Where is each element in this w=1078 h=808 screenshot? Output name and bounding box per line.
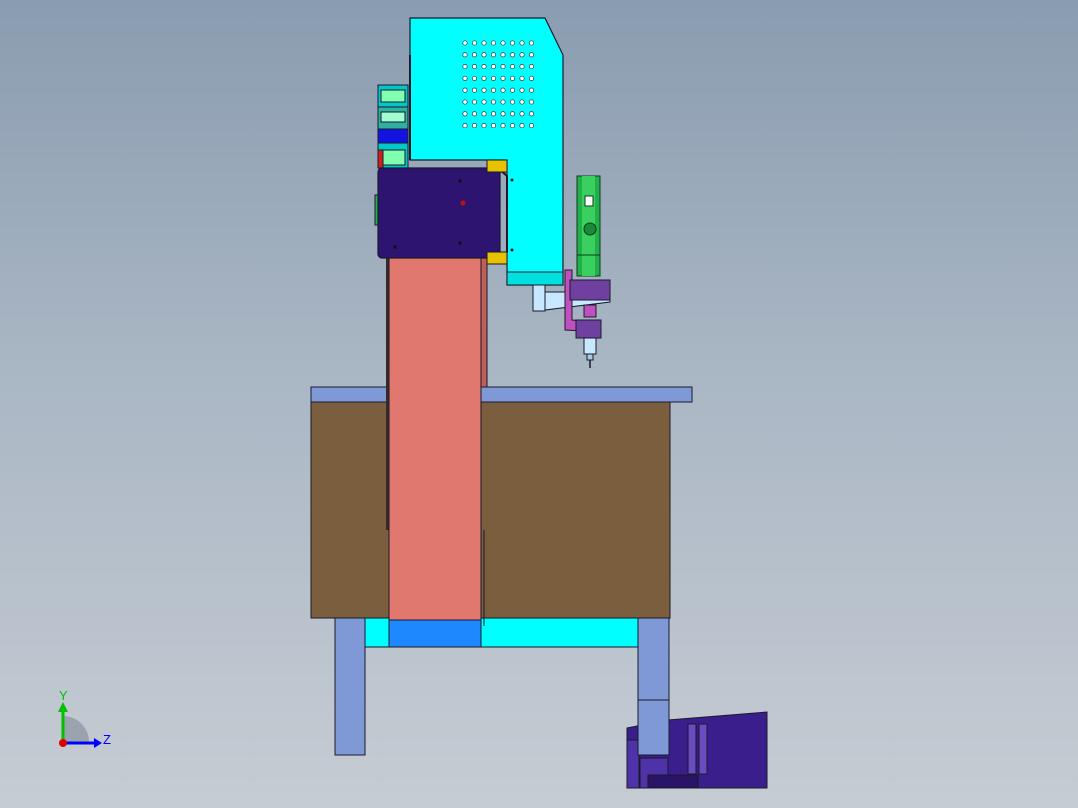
vent-hole bbox=[471, 111, 478, 117]
vent-hole bbox=[528, 64, 535, 70]
vent-hole bbox=[481, 64, 487, 70]
vent-hole bbox=[519, 87, 525, 93]
vent-hole bbox=[462, 123, 468, 129]
vent-hole bbox=[519, 40, 525, 46]
graphics-viewport[interactable]: Y Z bbox=[0, 0, 1078, 808]
cad-model-view[interactable]: Y Z bbox=[0, 0, 1078, 808]
vent-hole bbox=[500, 87, 506, 93]
vent-hole bbox=[481, 99, 487, 105]
carriage-plate[interactable] bbox=[377, 167, 501, 259]
vent-hole bbox=[490, 123, 497, 129]
vent-hole bbox=[509, 111, 516, 117]
bolt bbox=[460, 200, 466, 206]
vent-hole bbox=[500, 111, 506, 117]
vent-hole bbox=[519, 75, 525, 81]
bolt bbox=[510, 248, 514, 252]
vent-hole bbox=[471, 87, 478, 93]
vent-hole bbox=[519, 111, 525, 117]
vent-hole bbox=[462, 111, 468, 117]
vent-hole bbox=[500, 40, 506, 46]
column-side bbox=[480, 257, 488, 388]
vent-hole bbox=[519, 99, 525, 105]
vent-hole bbox=[462, 52, 468, 58]
vent-hole bbox=[509, 99, 516, 105]
vent-hole bbox=[462, 40, 468, 46]
carriage-guide bbox=[499, 169, 508, 259]
vent-hole bbox=[528, 40, 535, 46]
vent-hole bbox=[471, 52, 478, 58]
vent-hole bbox=[490, 111, 497, 117]
vent-hole bbox=[490, 75, 497, 81]
vent-hole bbox=[471, 123, 478, 129]
vent-hole bbox=[471, 64, 478, 70]
vent-hole bbox=[500, 75, 506, 81]
right-leg-front bbox=[637, 699, 670, 756]
vent-hole bbox=[528, 123, 535, 129]
vent-hole bbox=[500, 52, 506, 58]
vent-hole bbox=[462, 99, 468, 105]
vent-hole bbox=[509, 52, 516, 58]
bracket-bottom bbox=[486, 251, 508, 265]
vent-hole bbox=[490, 40, 497, 46]
vent-hole bbox=[490, 52, 497, 58]
vent-hole bbox=[509, 87, 516, 93]
vent-hole bbox=[481, 111, 487, 117]
vent-hole bbox=[500, 99, 506, 105]
vent-hole bbox=[481, 75, 487, 81]
bolt bbox=[510, 178, 514, 182]
y-arrowhead-icon bbox=[58, 702, 68, 712]
vent-hole bbox=[509, 64, 516, 70]
vent-hole bbox=[528, 99, 535, 105]
vent-hole bbox=[462, 64, 468, 70]
vent-hole bbox=[462, 75, 468, 81]
left-leg[interactable] bbox=[334, 617, 366, 756]
tool-arm[interactable] bbox=[506, 269, 611, 339]
vent-hole bbox=[471, 99, 478, 105]
vent-hole bbox=[481, 40, 487, 46]
vent-hole bbox=[528, 75, 535, 81]
vent-hole bbox=[528, 87, 535, 93]
vent-hole bbox=[471, 75, 478, 81]
z-arrowhead-icon bbox=[94, 738, 102, 748]
bolt bbox=[458, 241, 462, 245]
vent-hole bbox=[490, 99, 497, 105]
vent-hole bbox=[509, 123, 516, 129]
z-axis-label: Z bbox=[103, 732, 111, 747]
vent-hole bbox=[471, 40, 478, 46]
vent-hole bbox=[481, 123, 487, 129]
vent-hole bbox=[528, 111, 535, 117]
vent-hole bbox=[519, 52, 525, 58]
cabinet[interactable] bbox=[310, 401, 671, 619]
orientation-triad[interactable]: Y Z bbox=[58, 688, 111, 748]
x-axis-icon bbox=[59, 739, 67, 747]
vent-hole bbox=[481, 52, 487, 58]
vent-hole bbox=[519, 123, 525, 129]
under-frame-block[interactable] bbox=[388, 617, 482, 648]
bolt bbox=[393, 245, 397, 249]
vent-hole bbox=[509, 40, 516, 46]
vent-hole bbox=[462, 87, 468, 93]
vent-hole bbox=[500, 123, 506, 129]
bracket-top bbox=[486, 159, 508, 173]
vent-hole bbox=[519, 64, 525, 70]
screw-bit[interactable] bbox=[583, 337, 597, 368]
vent-hole bbox=[528, 52, 535, 58]
servo-spindle[interactable] bbox=[576, 175, 601, 277]
vent-hole bbox=[509, 75, 516, 81]
vent-hole bbox=[500, 64, 506, 70]
bolt bbox=[458, 179, 462, 183]
y-axis-label: Y bbox=[59, 688, 68, 703]
table-top[interactable] bbox=[310, 386, 693, 403]
vent-hole bbox=[481, 87, 487, 93]
column[interactable] bbox=[388, 257, 482, 621]
vent-hole bbox=[490, 87, 497, 93]
vent-hole bbox=[490, 64, 497, 70]
triad-arc bbox=[63, 716, 89, 742]
